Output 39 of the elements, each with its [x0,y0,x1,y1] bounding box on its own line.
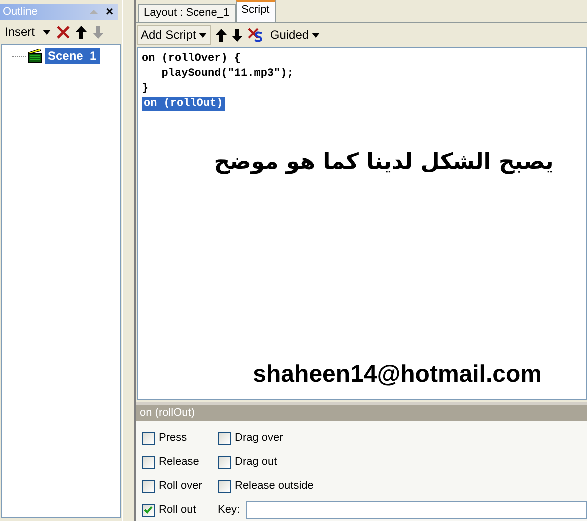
dropdown-icon [199,32,208,38]
add-script-button[interactable]: Add Script [137,25,212,45]
tab[interactable]: Script [236,0,276,22]
email-text: shaheen14@hotmail.com [253,361,542,389]
checkbox[interactable] [142,480,155,492]
dropdown-icon[interactable] [43,30,52,34]
up-arrow-icon[interactable] [216,28,228,42]
caption-text: يصبح الشكل لدينا كما هو موضح [214,150,554,175]
key-field[interactable] [246,501,587,519]
tab[interactable]: Layout : Scene_1 [138,4,236,22]
delete-icon[interactable] [57,26,70,38]
key-label: Key: [218,504,240,516]
clapperboard-icon [28,49,42,63]
dropdown-icon [312,32,320,38]
up-arrow-icon[interactable] [76,26,88,38]
checkbox-label: Release [159,456,200,468]
checkbox-label: Release outside [235,480,314,492]
code-line: playSound("11.mp3"); [160,67,295,82]
checkbox[interactable] [218,456,231,468]
checkbox[interactable] [218,432,231,444]
checkbox-label: Roll out [159,504,196,516]
panel-title: Outline [3,6,38,18]
code-line: } [142,82,150,97]
checkbox[interactable] [142,504,155,516]
close-button[interactable]: × [106,5,118,19]
remove-script-icon[interactable] [248,28,264,42]
tree-item[interactable]: Scene_1 [45,48,100,64]
checkbox-label: Drag out [235,456,278,468]
checkbox[interactable] [142,456,155,468]
checkbox-label: Press [159,432,188,444]
guided-button[interactable]: Guided [268,28,322,42]
insert-button[interactable]: Insert [3,25,38,39]
section-header: on (rollOut) [136,405,587,421]
checkbox[interactable] [218,480,231,492]
checkbox-label: Roll over [159,480,202,492]
down-arrow-icon[interactable] [232,28,244,42]
checkbox-label: Drag over [235,432,284,444]
code-line: on (rollOver) { [142,52,242,67]
checkbox[interactable] [142,432,155,444]
